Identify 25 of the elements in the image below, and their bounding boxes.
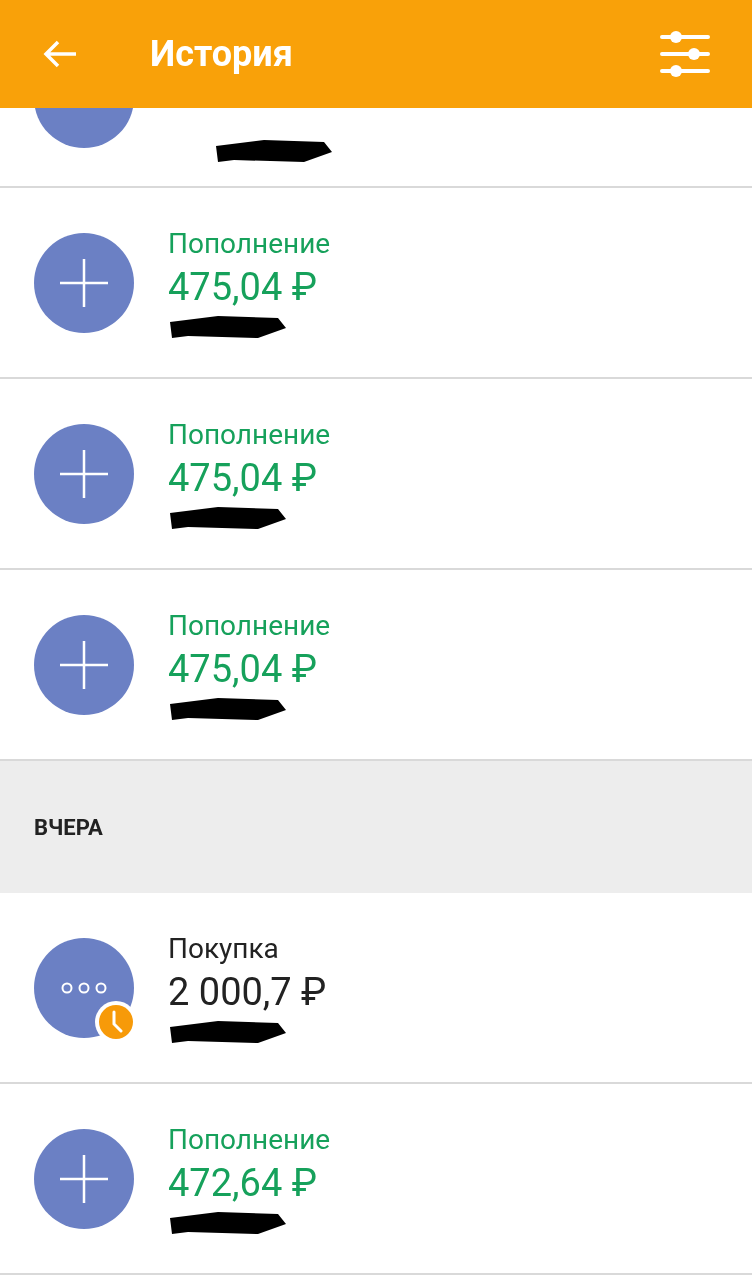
- transaction-type: Пополнение: [168, 416, 331, 453]
- filter-button[interactable]: [658, 30, 712, 78]
- transaction-type: Покупка: [168, 930, 280, 967]
- history-row[interactable]: Пополнение 475,04 ₽: [0, 379, 752, 570]
- plus-icon: [58, 1152, 110, 1205]
- dots-icon: [61, 981, 107, 994]
- plus-icon: [58, 256, 110, 309]
- transaction-type: Пополнение: [168, 225, 331, 262]
- transaction-amount: 475,04 ₽: [168, 645, 318, 693]
- plus-icon: [58, 447, 110, 500]
- back-arrow-icon: [42, 39, 78, 69]
- history-row[interactable]: Пополнение 475,04 ₽: [0, 188, 752, 379]
- history-row[interactable]: [0, 108, 752, 188]
- history-row[interactable]: Пополнение 472,64 ₽: [0, 1084, 752, 1275]
- transaction-type: Пополнение: [168, 1121, 331, 1158]
- history-row[interactable]: Покупка 2 000,7 ₽: [0, 893, 752, 1084]
- screen-title: История: [150, 32, 293, 77]
- transaction-amount: 475,04 ₽: [168, 454, 318, 502]
- transaction-amount: 475,04 ₽: [168, 263, 318, 311]
- plus-icon: [58, 638, 110, 691]
- transaction-amount: 472,64 ₽: [168, 1159, 318, 1207]
- sliders-icon: [659, 31, 711, 77]
- transaction-amount: 2 000,7 ₽: [168, 968, 327, 1016]
- transaction-type: Пополнение: [168, 607, 331, 644]
- section-title: ВЧЕРА: [34, 813, 103, 842]
